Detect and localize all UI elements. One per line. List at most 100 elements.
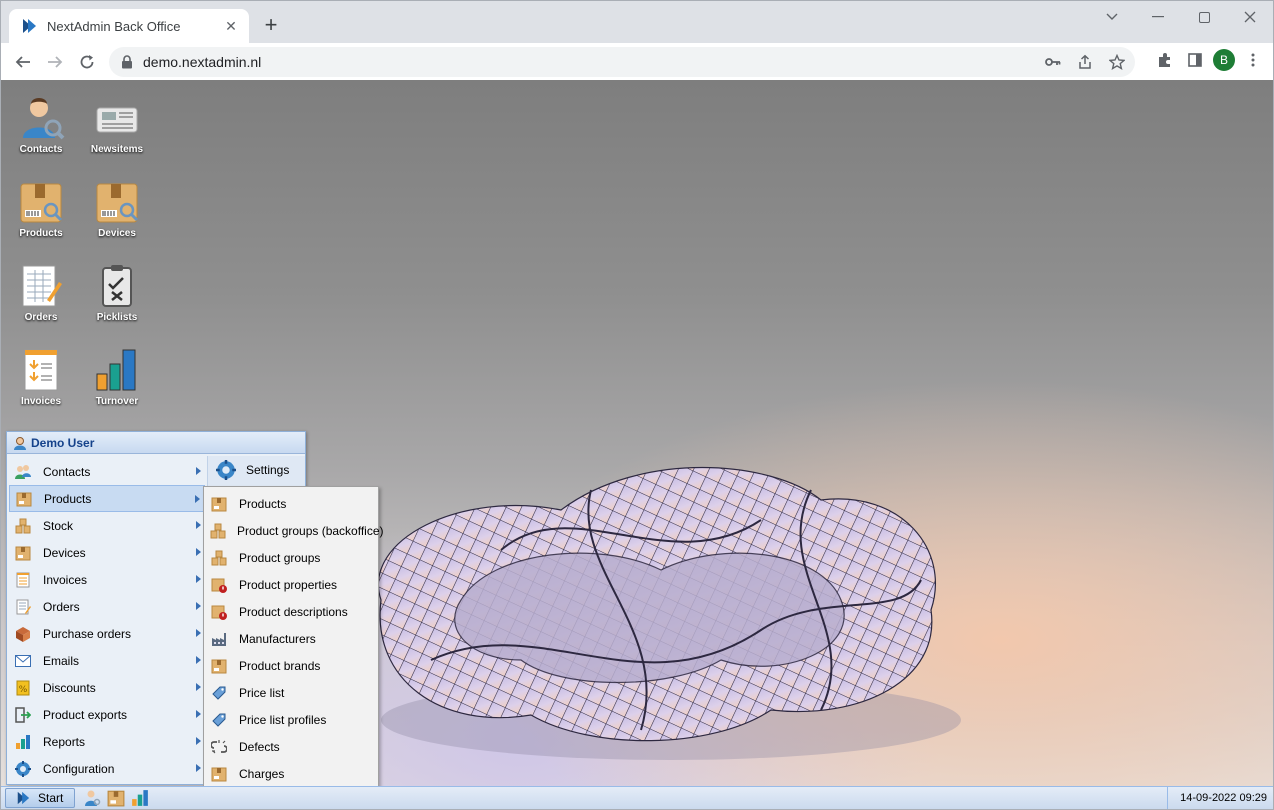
forward-arrow-icon[interactable]	[41, 48, 69, 76]
password-key-icon[interactable]	[1041, 50, 1065, 74]
submenu-arrow-icon	[196, 710, 201, 718]
start-menu-item-label: Product exports	[43, 707, 128, 722]
desktop-icon-products[interactable]: Products	[5, 178, 77, 258]
start-menu-item-configuration[interactable]: Configuration	[9, 755, 205, 782]
close-window-button[interactable]	[1227, 5, 1273, 29]
quick-launch	[83, 789, 149, 807]
submenu-item-price-list-profiles[interactable]: Price list profiles	[204, 706, 378, 733]
submenu-item-product-properties[interactable]: Product properties	[204, 571, 378, 598]
start-menu-item-label: Products	[44, 491, 92, 506]
contact-person-icon	[85, 790, 101, 806]
submenu-item-defects[interactable]: Defects	[204, 733, 378, 760]
submenu-item-label: Manufacturers	[239, 631, 316, 646]
start-menu-item-label: Reports	[43, 734, 86, 749]
start-menu-item-reports[interactable]: Reports	[9, 728, 205, 755]
desktop-icon-invoices[interactable]: Invoices	[5, 346, 77, 426]
desktop-icon-orders[interactable]: Orders	[5, 262, 77, 342]
address-bar[interactable]: demo.nextadmin.nl	[109, 47, 1135, 77]
start-menu-item-label: Devices	[43, 545, 86, 560]
reload-icon[interactable]	[73, 48, 101, 76]
start-menu-item-label: Stock	[43, 518, 74, 533]
start-menu-item-contacts[interactable]: Contacts	[9, 458, 205, 485]
desktop: Contacts Newsitems Products Devices Orde…	[1, 80, 1273, 790]
start-menu-item-stock[interactable]: Stock	[9, 512, 205, 539]
start-menu-item-discounts[interactable]: % Discounts	[9, 674, 205, 701]
submenu-item-product-descriptions[interactable]: Product descriptions	[204, 598, 378, 625]
submenu-arrow-icon	[196, 575, 201, 583]
desktop-icon-label: Turnover	[95, 396, 139, 407]
start-menu-item-product-exports[interactable]: Product exports	[9, 701, 205, 728]
newsitems-icon	[96, 107, 138, 133]
share-icon[interactable]	[1073, 50, 1097, 74]
start-menu-item-purchase-orders[interactable]: Purchase orders	[9, 620, 205, 647]
nextadmin-logo-icon	[17, 791, 30, 805]
settings-button[interactable]: Settings	[208, 456, 305, 484]
contacts-group-icon	[13, 462, 33, 482]
box-icon	[210, 657, 228, 675]
start-menu-item-devices[interactable]: Devices	[9, 539, 205, 566]
submenu-arrow-icon	[196, 737, 201, 745]
submenu-item-label: Product groups	[239, 550, 321, 565]
start-menu-item-products[interactable]: Products	[9, 485, 205, 512]
side-panel-icon[interactable]	[1183, 48, 1207, 72]
export-door-icon	[13, 705, 33, 725]
user-icon	[14, 436, 26, 450]
start-menu-items: Contacts Products Stock Devices Invoices	[9, 458, 205, 782]
back-arrow-icon[interactable]	[9, 48, 37, 76]
desktop-icon-devices[interactable]: Devices	[81, 178, 153, 258]
submenu-arrow-icon	[196, 683, 201, 691]
submenu-item-product-groups[interactable]: Product groups	[204, 544, 378, 571]
discount-tag-icon: %	[13, 678, 33, 698]
submenu-item-charges[interactable]: Charges	[204, 760, 378, 787]
submenu-item-products[interactable]: Products	[204, 490, 378, 517]
tab-close-icon[interactable]: ✕	[223, 18, 239, 34]
desktop-icon-picklists[interactable]: Picklists	[81, 262, 153, 342]
submenu-item-label: Charges	[239, 766, 285, 781]
stacked-boxes-icon	[13, 516, 33, 536]
browser-tab[interactable]: NextAdmin Back Office ✕	[9, 9, 249, 43]
desktop-icon-contacts[interactable]: Contacts	[5, 94, 77, 174]
quick-launch-contacts[interactable]	[83, 789, 101, 807]
quick-launch-turnover[interactable]	[131, 789, 149, 807]
tab-title: NextAdmin Back Office	[47, 18, 181, 34]
submenu-item-manufacturers[interactable]: Manufacturers	[204, 625, 378, 652]
new-tab-button[interactable]: +	[259, 14, 283, 38]
submenu-item-product-brands[interactable]: Product brands	[204, 652, 378, 679]
submenu-item-product-groups-backoffice[interactable]: Product groups (backoffice)	[204, 517, 384, 544]
maximize-button[interactable]	[1181, 5, 1227, 29]
window-dropdown-icon[interactable]	[1089, 5, 1135, 29]
start-button[interactable]: Start	[5, 788, 75, 808]
purchase-box-icon	[13, 624, 33, 644]
box-icon	[210, 495, 228, 513]
start-menu-header: Demo User	[7, 432, 305, 454]
submenu-item-label: Defects	[239, 739, 280, 754]
bar-chart-icon	[13, 732, 33, 752]
start-menu-item-orders[interactable]: Orders	[9, 593, 205, 620]
quick-launch-products[interactable]	[107, 789, 125, 807]
settings-label: Settings	[246, 463, 290, 477]
envelope-icon	[13, 651, 33, 671]
kebab-menu-icon[interactable]	[1241, 48, 1265, 72]
start-menu-item-emails[interactable]: Emails	[9, 647, 205, 674]
desktop-icon-label: Newsitems	[90, 144, 144, 155]
submenu-item-label: Product groups (backoffice)	[237, 523, 384, 538]
orders-icon	[22, 265, 62, 307]
nextadmin-logo-icon	[23, 19, 36, 33]
desktop-icon-newsitems[interactable]: Newsitems	[81, 94, 153, 174]
url-text: demo.nextadmin.nl	[143, 54, 262, 70]
profile-avatar[interactable]: B	[1213, 49, 1235, 71]
submenu-arrow-icon	[196, 629, 201, 637]
price-tag-icon	[210, 684, 228, 702]
box-icon	[107, 790, 125, 807]
start-menu-item-label: Emails	[43, 653, 80, 668]
minimize-button[interactable]	[1135, 5, 1181, 29]
svg-text:%: %	[19, 685, 28, 695]
start-menu-item-invoices[interactable]: Invoices	[9, 566, 205, 593]
bookmark-star-icon[interactable]	[1105, 50, 1129, 74]
tab-strip: NextAdmin Back Office ✕ +	[1, 1, 1273, 43]
submenu-arrow-icon	[196, 521, 201, 529]
desktop-icon-turnover[interactable]: Turnover	[81, 346, 153, 426]
submenu-item-price-list[interactable]: Price list	[204, 679, 378, 706]
extensions-puzzle-icon[interactable]	[1153, 48, 1177, 72]
box-alert-icon	[210, 576, 228, 594]
